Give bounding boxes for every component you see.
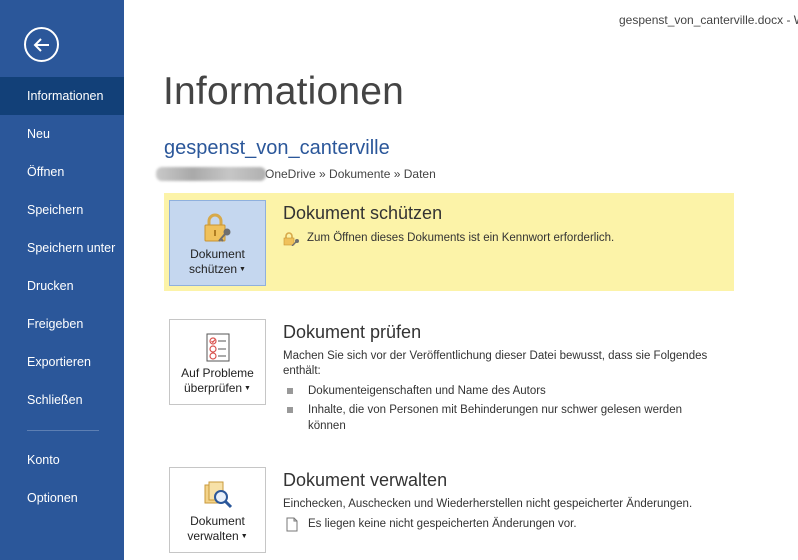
nav-item-konto[interactable]: Konto [0, 441, 124, 479]
nav-item-informationen[interactable]: Informationen [0, 77, 124, 115]
protect-document-button[interactable]: Dokument schützen ▼ [169, 200, 266, 286]
nav-divider [27, 430, 99, 431]
dropdown-caret-icon: ▼ [239, 266, 246, 274]
window-title: gespenst_von_canterville.docx - W [619, 13, 798, 27]
redacted-path-segment [156, 167, 266, 181]
document-name: gespenst_von_canterville [164, 137, 390, 159]
nav-item-exportieren[interactable]: Exportieren [0, 343, 124, 381]
nav-item-optionen[interactable]: Optionen [0, 479, 124, 517]
inspect-bullet-2-line-2: können [308, 420, 346, 432]
bullet-icon [287, 388, 293, 394]
inspect-document-section: Auf Probleme überprüfen ▼ Dokument prüfen… [164, 312, 734, 440]
small-lock-key-icon [283, 231, 299, 246]
manage-document-section: Dokument verwalten ▼ Dokument verwalten E… [164, 460, 734, 560]
nav-item-drucken[interactable]: Drucken [0, 267, 124, 305]
document-icon [286, 517, 298, 532]
protect-section-description: Zum Öffnen dieses Dokuments ist ein Kenn… [307, 232, 615, 244]
manage-section-note: Es liegen keine nicht gespeicherten Ände… [308, 518, 577, 530]
manage-section-description: Einchecken, Auschecken und Wiederherstel… [283, 498, 693, 510]
protect-button-label-1: Dokument [190, 247, 245, 261]
lock-key-icon [204, 213, 230, 242]
inspect-document-button[interactable]: Auf Probleme überprüfen ▼ [169, 319, 266, 405]
nav-item-freigeben[interactable]: Freigeben [0, 305, 124, 343]
protect-button-label-2: schützen [189, 262, 238, 276]
inspect-button-label-1: Auf Probleme [181, 366, 254, 380]
dropdown-caret-icon: ▼ [240, 533, 248, 541]
manage-document-icon [204, 481, 232, 509]
inspect-bullet-2-line-1: Inhalte, die von Personen mit Behinderun… [308, 404, 682, 416]
protect-section-title: Dokument schützen [283, 203, 443, 223]
inspect-section-title: Dokument prüfen [283, 322, 422, 342]
nav-item-oeffnen[interactable]: Öffnen [0, 153, 124, 191]
inspect-description-line-2: enthält: [283, 365, 321, 377]
nav-item-speichern[interactable]: Speichern [0, 191, 124, 229]
checklist-icon [206, 333, 229, 362]
manage-button-label-1: Dokument [190, 514, 245, 528]
arrow-left-icon [33, 37, 49, 52]
backstage-sidebar: Informationen Neu Öffnen Speichern Speic… [0, 0, 124, 560]
manage-button-label-2: verwalten [187, 529, 239, 543]
nav-item-speichern-unter[interactable]: Speichern unter [0, 229, 124, 267]
page-title: Informationen [163, 70, 405, 113]
manage-section-title: Dokument verwalten [283, 470, 448, 490]
nav-item-neu[interactable]: Neu [0, 115, 124, 153]
protect-document-section: Dokument schützen ▼ Dokument schützen Zum… [164, 193, 734, 291]
document-path-text: OneDrive » Dokumente » Daten [265, 167, 436, 181]
bullet-icon [287, 407, 293, 413]
inspect-description-line-1: Machen Sie sich vor der Veröffentlichung… [283, 350, 708, 362]
nav-item-schliessen[interactable]: Schließen [0, 381, 124, 419]
back-button[interactable] [24, 27, 59, 62]
manage-document-button[interactable]: Dokument verwalten ▼ [169, 467, 266, 553]
dropdown-caret-icon: ▼ [244, 385, 251, 393]
inspect-button-label-2: überprüfen [184, 381, 243, 395]
inspect-bullet-1: Dokumenteigenschaften und Name des Autor… [308, 385, 546, 397]
